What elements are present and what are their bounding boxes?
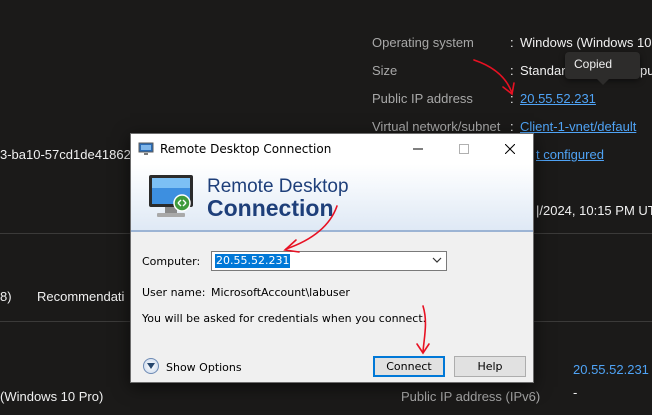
ipv6-label: Public IP address (IPv6) [401, 389, 541, 404]
help-button[interactable]: Help [454, 356, 526, 377]
copied-tooltip-text: Copied [574, 57, 613, 71]
close-button[interactable] [487, 134, 533, 164]
size-value-tail: pu [640, 63, 652, 78]
show-options-toggle[interactable] [143, 358, 159, 374]
resource-id-fragment: 3-ba10-57cd1de41862 [0, 147, 131, 162]
minimize-button[interactable] [395, 134, 441, 164]
chevron-down-icon[interactable] [432, 255, 442, 268]
created-date-fragment: |/2024, 10:15 PM UTC [536, 203, 652, 218]
maximize-button[interactable] [441, 134, 487, 164]
username-label: User name: [142, 286, 206, 299]
size-separator: : [510, 63, 514, 78]
dialog-titlebar[interactable]: Remote Desktop Connection [131, 134, 533, 164]
copied-tooltip: Copied [565, 52, 640, 85]
banner-separator [131, 230, 533, 232]
rdp-monitor-icon [147, 171, 197, 226]
rdp-app-icon [138, 141, 154, 160]
size-label: Size [372, 63, 398, 78]
public-ip-separator: : [510, 91, 514, 106]
os-label: Operating system [372, 35, 474, 50]
computer-label: Computer: [142, 255, 201, 268]
os-value: Windows (Windows 10 [520, 35, 652, 50]
not-configured-link[interactable]: t configured [536, 147, 604, 162]
public-ip-link[interactable]: 20.55.52.231 [520, 91, 596, 106]
computer-combobox[interactable]: 20.55.52.231 [211, 251, 447, 271]
vnet-link[interactable]: Client-1-vnet/default [520, 119, 636, 134]
computer-input-value[interactable]: 20.55.52.231 [215, 254, 291, 268]
connect-button[interactable]: Connect [373, 356, 445, 377]
tab-count-fragment: 8) [0, 289, 12, 304]
username-value: MicrosoftAccount\labuser [211, 286, 350, 299]
credentials-note: You will be asked for credentials when y… [142, 312, 427, 325]
annotation-arrow-ip [473, 59, 513, 94]
dialog-banner: Remote Desktop Connection [131, 164, 533, 230]
dialog-title: Remote Desktop Connection [160, 142, 332, 156]
os-bottom-value: (Windows 10 Pro) [0, 389, 104, 404]
vnet-label: Virtual network/subnet [372, 119, 501, 134]
public-ip-label: Public IP address [372, 91, 473, 106]
ipv6-value: - [573, 385, 578, 400]
public-ip-bottom-link[interactable]: 20.55.52.231 [573, 362, 649, 377]
vnet-separator: : [510, 119, 514, 134]
expand-arrow-icon [147, 363, 155, 369]
tab-recommendations[interactable]: Recommendati [37, 289, 124, 304]
banner-title-line2: Connection [207, 195, 334, 221]
rdp-dialog: Remote Desktop Connection Remote Desktop… [130, 133, 534, 383]
show-options-label[interactable]: Show Options [166, 361, 242, 374]
os-separator: : [510, 35, 514, 50]
